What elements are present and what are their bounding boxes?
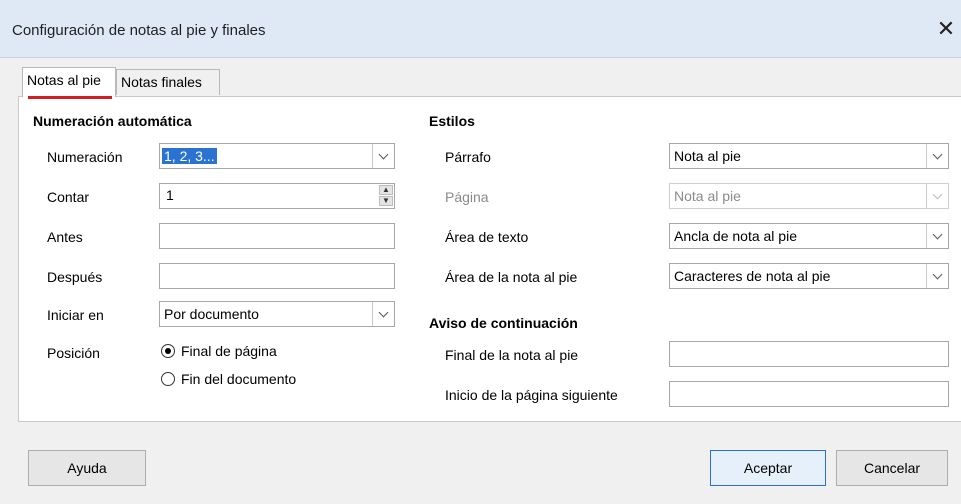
contar-label: Contar: [47, 189, 90, 205]
spin-down-icon[interactable]: ▼: [379, 196, 393, 206]
chevron-down-icon: [926, 184, 948, 208]
numeracion-label: Numeración: [47, 149, 123, 165]
parrafo-label: Párrafo: [445, 149, 491, 165]
despues-input[interactable]: [159, 263, 395, 289]
area-nota-select[interactable]: Caracteres de nota al pie: [669, 263, 949, 289]
final-nota-label: Final de la nota al pie: [445, 347, 579, 363]
chevron-down-icon[interactable]: [926, 144, 948, 168]
tab-panel: Numeración automática Numeración 1, 2, 3…: [18, 96, 961, 422]
area-texto-select[interactable]: Ancla de nota al pie: [669, 223, 949, 249]
posicion-label: Posición: [47, 345, 100, 361]
cancelar-button[interactable]: Cancelar: [836, 450, 948, 486]
inicio-pagina-input[interactable]: [669, 381, 949, 407]
final-nota-input[interactable]: [669, 341, 949, 367]
iniciar-en-label: Iniciar en: [47, 307, 104, 323]
area-texto-value: Ancla de nota al pie: [674, 228, 797, 244]
tab-notas-al-pie[interactable]: Notas al pie: [22, 67, 116, 97]
parrafo-select[interactable]: Nota al pie: [669, 143, 949, 169]
area-nota-label: Área de la nota al pie: [445, 269, 578, 285]
radio-checked-icon: [161, 344, 175, 358]
numeracion-select[interactable]: 1, 2, 3...: [159, 143, 395, 169]
ayuda-button[interactable]: Ayuda: [28, 450, 146, 486]
iniciar-en-select[interactable]: Por documento: [159, 301, 395, 327]
aviso-heading: Aviso de continuación: [429, 315, 578, 331]
pagina-label: Página: [445, 189, 489, 205]
title-bar: Configuración de notas al pie y finales …: [0, 0, 961, 58]
pagina-value: Nota al pie: [674, 188, 741, 204]
antes-input[interactable]: [159, 223, 395, 249]
radio-fin-del-documento-label: Fin del documento: [181, 371, 297, 387]
numeracion-heading: Numeración automática: [33, 113, 192, 129]
area-texto-label: Área de texto: [445, 229, 529, 245]
contar-stepper[interactable]: 1 ▲ ▼: [159, 183, 395, 209]
tab-notas-finales[interactable]: Notas finales: [116, 69, 220, 95]
close-icon[interactable]: ✕: [931, 14, 961, 44]
parrafo-value: Nota al pie: [674, 148, 741, 164]
iniciar-en-value: Por documento: [164, 306, 259, 322]
chevron-down-icon[interactable]: [926, 224, 948, 248]
radio-fin-del-documento[interactable]: Fin del documento: [161, 371, 296, 387]
window-title: Configuración de notas al pie y finales: [12, 22, 266, 39]
chevron-down-icon[interactable]: [372, 302, 394, 326]
aceptar-button[interactable]: Aceptar: [710, 450, 826, 486]
pagina-select: Nota al pie: [669, 183, 949, 209]
estilos-heading: Estilos: [429, 113, 475, 129]
active-tab-indicator: [28, 96, 112, 99]
radio-final-de-pagina[interactable]: Final de página: [161, 343, 277, 359]
chevron-down-icon[interactable]: [372, 144, 394, 168]
numeracion-select-value: 1, 2, 3...: [162, 148, 217, 164]
inicio-pagina-label: Inicio de la página siguiente: [445, 387, 618, 403]
area-nota-value: Caracteres de nota al pie: [674, 268, 831, 284]
antes-label: Antes: [47, 229, 83, 245]
despues-label: Después: [47, 269, 103, 285]
chevron-down-icon[interactable]: [926, 264, 948, 288]
contar-value: 1: [166, 187, 174, 203]
radio-unchecked-icon: [161, 372, 175, 386]
radio-final-de-pagina-label: Final de página: [181, 343, 277, 359]
spin-up-icon[interactable]: ▲: [379, 185, 393, 195]
